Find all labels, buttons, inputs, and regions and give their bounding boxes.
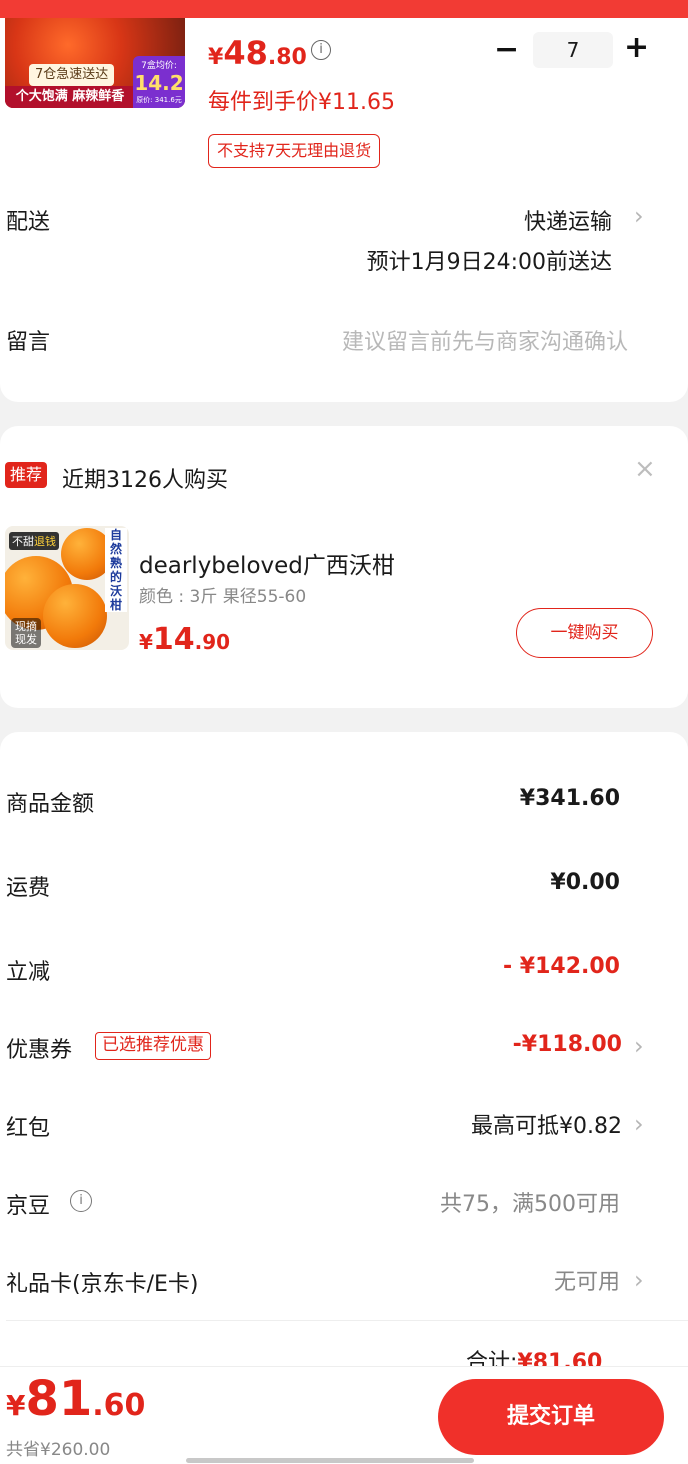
redpacket-value[interactable]: 最高可抵¥0.82 — [471, 1108, 622, 1140]
recommend-title: 近期3126人购买 — [62, 468, 228, 493]
goods-amount-label: 商品金额 — [6, 792, 95, 817]
thumb-avg-price-badge: 7盒均价: 14.2 原价: 341.6元 — [133, 56, 185, 108]
discount-value: - ¥142.00 — [503, 954, 620, 979]
quantity-input[interactable]: 7 — [533, 32, 613, 68]
price-currency: ¥ — [208, 45, 224, 70]
total-price: ¥81.60 — [6, 1371, 146, 1427]
info-icon[interactable]: i — [70, 1190, 92, 1212]
recommend-product-spec: 颜色 : 3斤 果径55-60 — [139, 587, 307, 607]
decrease-quantity-button[interactable]: − — [494, 32, 519, 67]
product-thumbnail[interactable]: 7仓急速送达 个大饱满 麻辣鲜香 7盒均价: 14.2 原价: 341.6元 — [5, 18, 185, 108]
image-vertical-text: 自然熟的沃柑 — [105, 528, 127, 612]
shipping-label: 运费 — [6, 876, 51, 901]
image-tag: 不甜退钱 — [9, 532, 59, 550]
chevron-right-icon[interactable]: › — [634, 202, 644, 230]
price-summary-card: 商品金额 ¥341.60 运费 ¥0.00 立减 - ¥142.00 优惠券 已… — [0, 732, 688, 1392]
redpacket-label: 红包 — [6, 1116, 51, 1141]
message-label: 留言 — [6, 330, 51, 355]
discount-label: 立减 — [6, 960, 51, 985]
price-decimal: .80 — [267, 45, 307, 70]
info-icon[interactable]: i — [311, 40, 331, 60]
saved-amount: 共省¥260.00 — [6, 1440, 111, 1460]
thumb-avg-sub: 原价: 341.6元 — [136, 96, 182, 104]
one-click-buy-button[interactable]: 一键购买 — [516, 608, 653, 658]
chevron-right-icon[interactable]: › — [634, 1110, 644, 1138]
submit-order-button[interactable]: 提交订单 — [438, 1379, 664, 1455]
jdbean-value: 共75，满500可用 — [440, 1192, 620, 1217]
recommend-product-image[interactable]: 不甜退钱 自然熟的沃柑 现摘现发 — [5, 526, 129, 650]
coupon-label: 优惠券 — [6, 1038, 73, 1063]
delivery-label: 配送 — [6, 210, 51, 235]
recommendation-card: 推荐 近期3126人购买 × 不甜退钱 自然熟的沃柑 现摘现发 dearlybe… — [0, 426, 688, 708]
status-strip — [0, 0, 688, 18]
coupon-selected-tag: 已选推荐优惠 — [95, 1032, 211, 1060]
message-input[interactable]: 建议留言前先与商家沟通确认 — [342, 324, 628, 356]
home-indicator — [186, 1458, 474, 1463]
jdbean-label: 京豆 — [6, 1194, 51, 1219]
chevron-right-icon[interactable]: › — [634, 1032, 644, 1060]
image-bottom-tag: 现摘现发 — [11, 618, 41, 648]
giftcard-label: 礼品卡(京东卡/E卡) — [6, 1272, 199, 1297]
thumb-avg-label: 7盒均价: — [141, 61, 177, 71]
giftcard-value[interactable]: 无可用 — [554, 1264, 620, 1296]
no-return-badge: 不支持7天无理由退货 — [208, 134, 381, 168]
recommend-product-name[interactable]: dearlybeloved广西沃柑 — [139, 546, 395, 580]
product-price: ¥48.80 — [208, 34, 307, 72]
divider — [6, 1320, 688, 1321]
coupon-value[interactable]: -¥118.00 — [513, 1032, 622, 1057]
price-integer: 48 — [223, 34, 268, 72]
close-icon[interactable]: × — [634, 454, 656, 484]
thumb-tag-delivery: 7仓急速送达 — [29, 64, 115, 86]
recommend-badge: 推荐 — [5, 462, 48, 488]
recommend-product-price: ¥14.90 — [139, 622, 231, 657]
checkout-bar: ¥81.60 共省¥260.00 提交订单 — [0, 1366, 688, 1464]
thumb-avg-value: 14.2 — [134, 71, 184, 95]
shipping-value: ¥0.00 — [550, 870, 620, 895]
delivery-eta: 预计1月9日24:00前送达 — [366, 250, 612, 275]
each-price-text: 每件到手价¥11.65 — [208, 90, 395, 115]
goods-amount-value: ¥341.60 — [519, 786, 620, 811]
chevron-right-icon[interactable]: › — [634, 1266, 644, 1294]
increase-quantity-button[interactable]: + — [624, 30, 649, 65]
thumb-tag-slogan: 个大饱满 麻辣鲜香 — [5, 86, 135, 108]
delivery-method[interactable]: 快递运输 — [524, 204, 612, 236]
order-item-card: 7仓急速送达 个大饱满 麻辣鲜香 7盒均价: 14.2 原价: 341.6元 ¥… — [0, 18, 688, 402]
